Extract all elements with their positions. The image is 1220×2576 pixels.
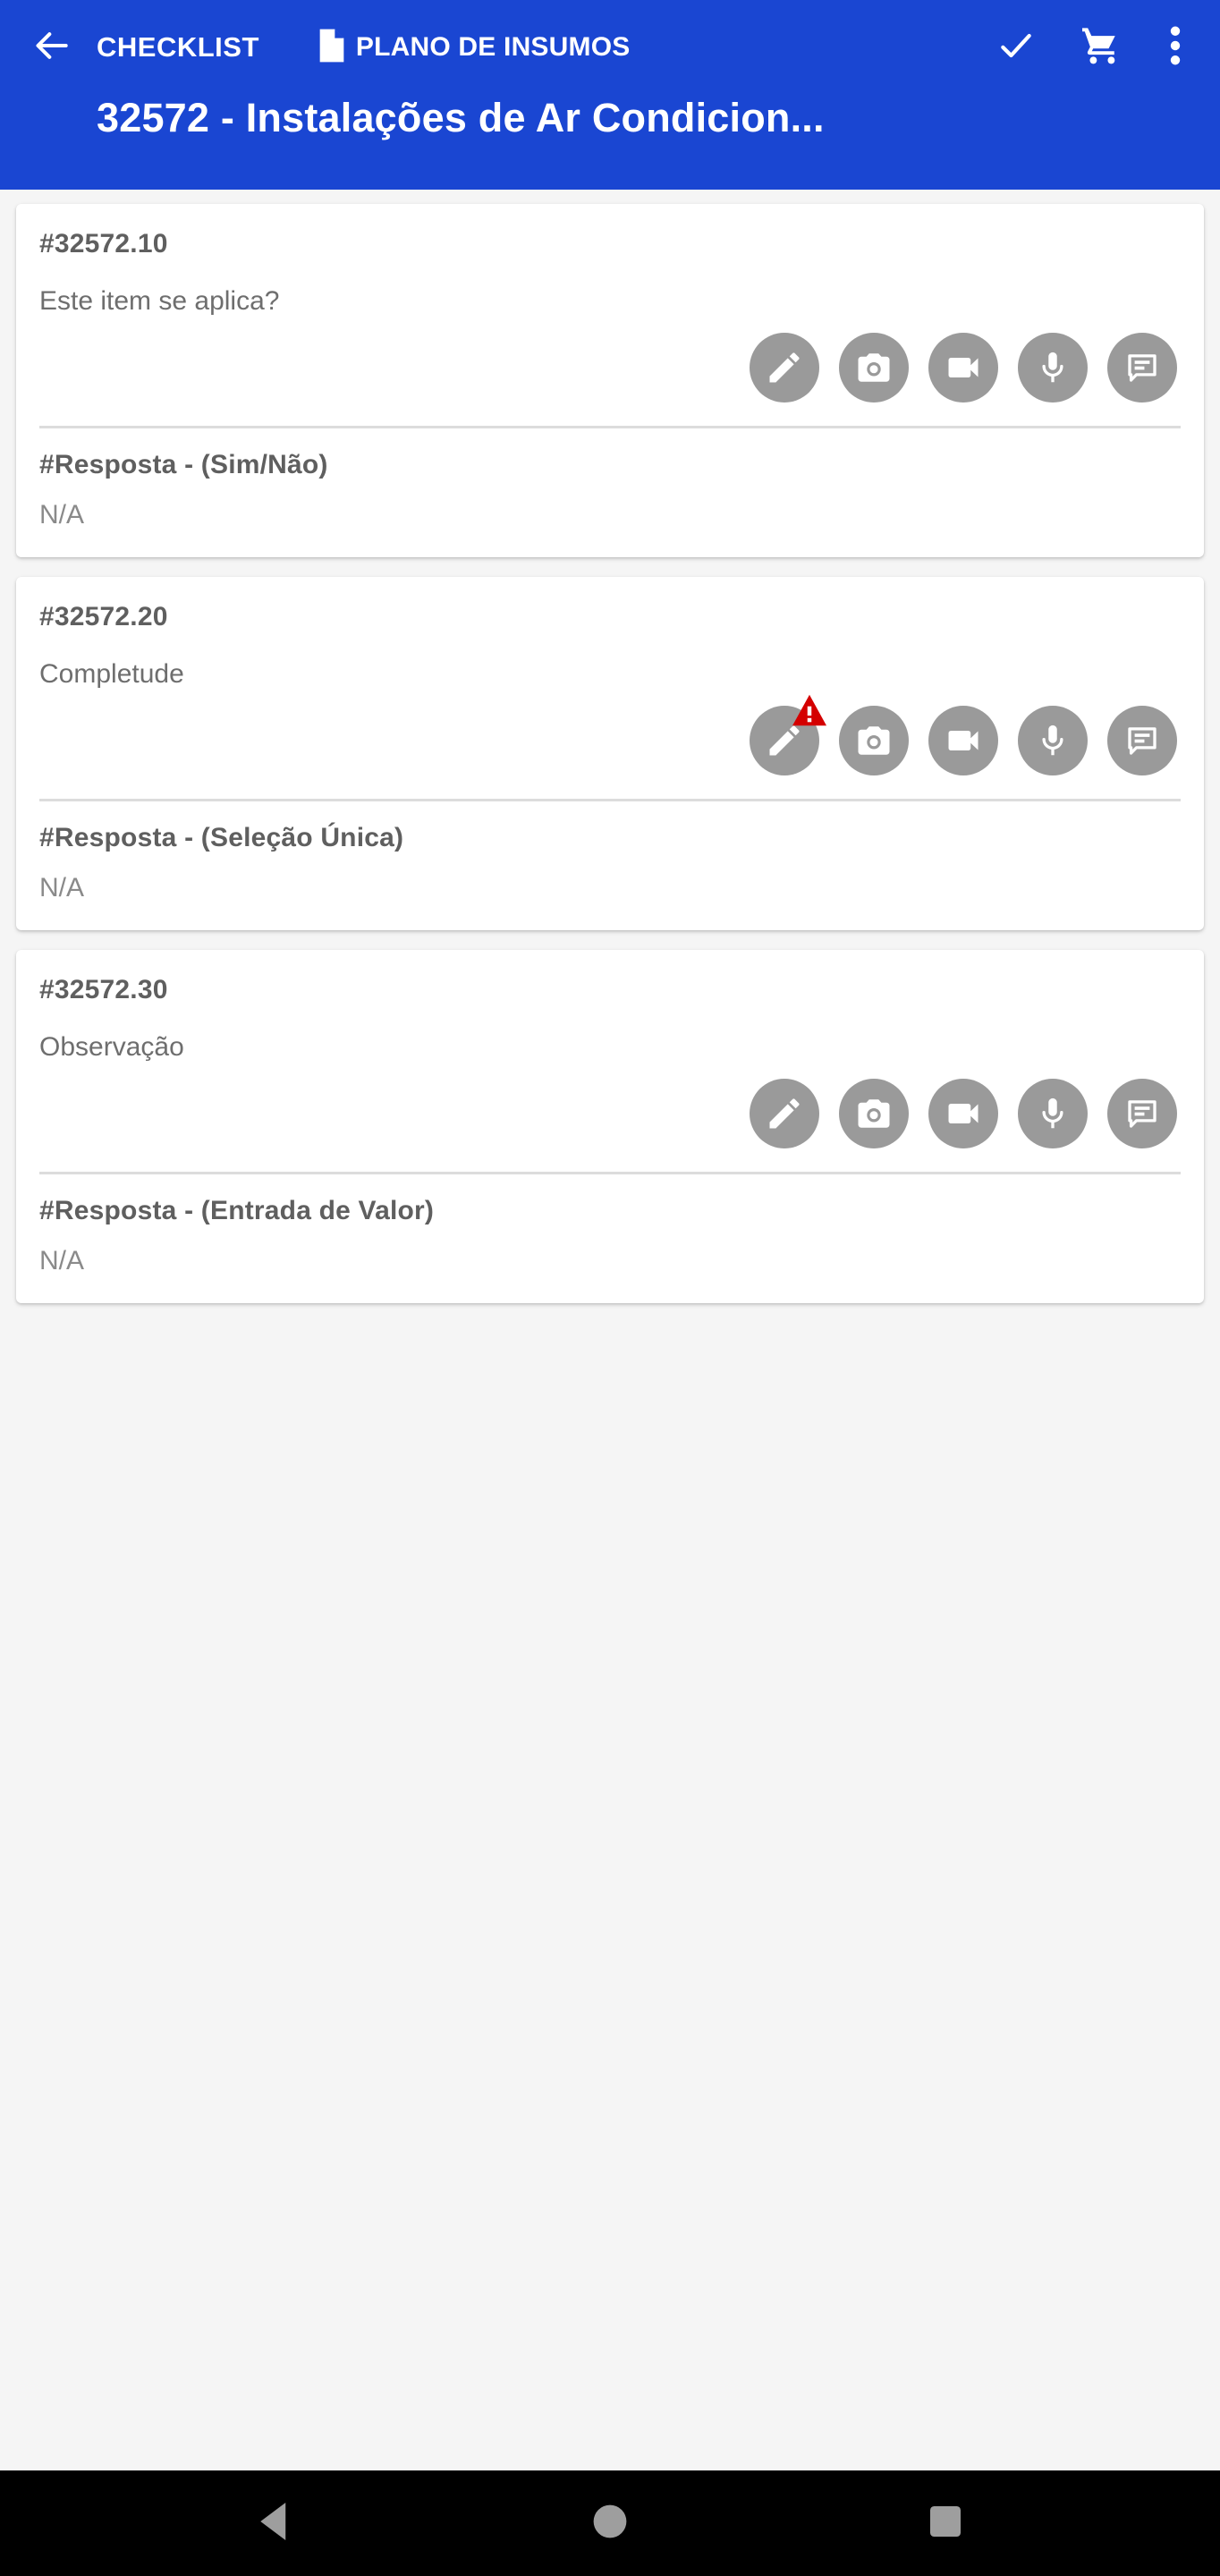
- document-icon: [317, 28, 347, 68]
- app-bar: CHECKLIST PLANO DE INSUMOS 32572 - Insta…: [0, 0, 1220, 190]
- nav-recents-button[interactable]: [896, 2474, 995, 2572]
- answer-value: N/A: [39, 500, 85, 530]
- confirm-button[interactable]: [989, 21, 1043, 74]
- comment-icon: [1123, 1095, 1161, 1132]
- comment-action-button[interactable]: [1107, 1079, 1177, 1148]
- microphone-icon: [1034, 722, 1072, 759]
- videocam-icon: [944, 1094, 983, 1133]
- cart-button[interactable]: [1075, 21, 1129, 74]
- photo-action-button[interactable]: [839, 706, 909, 775]
- answer-value: N/A: [39, 873, 85, 902]
- check-icon: [996, 26, 1036, 70]
- nav-back-button[interactable]: [225, 2474, 324, 2572]
- camera-icon: [855, 1095, 893, 1132]
- arrow-left-icon: [33, 26, 72, 70]
- action-button-row: [39, 694, 1181, 775]
- card-body: #32572.20 Completude: [16, 577, 1204, 784]
- edit-action-button[interactable]: [750, 1079, 819, 1148]
- item-code: #32572.30: [39, 975, 168, 1004]
- circle-home-icon: [591, 2503, 629, 2545]
- video-action-button[interactable]: [928, 1079, 998, 1148]
- triangle-back-icon: [256, 2501, 293, 2546]
- android-navigation-bar: [0, 2470, 1220, 2576]
- photo-action-button[interactable]: [839, 333, 909, 402]
- square-recents-icon: [928, 2504, 963, 2544]
- section-label-checklist[interactable]: CHECKLIST: [97, 31, 259, 64]
- card-answer-section: #Resposta - (Sim/Não) N/A: [16, 428, 1204, 557]
- video-action-button[interactable]: [928, 333, 998, 402]
- item-question: Este item se aplica?: [39, 286, 280, 316]
- app-bar-top-row: CHECKLIST PLANO DE INSUMOS: [25, 13, 1195, 82]
- microphone-icon: [1034, 349, 1072, 386]
- overflow-menu-button[interactable]: [1156, 21, 1195, 74]
- card-body: #32572.10 Este item se aplica?: [16, 204, 1204, 411]
- page-title: 32572 - Instalações de Ar Condicion...: [97, 95, 825, 140]
- camera-icon: [855, 722, 893, 759]
- checklist-item-card[interactable]: #32572.10 Este item se aplica? #Resposta…: [16, 204, 1204, 557]
- back-button[interactable]: [25, 20, 80, 75]
- checklist-items-list: #32572.10 Este item se aplica? #Resposta…: [0, 190, 1220, 2470]
- item-code: #32572.20: [39, 602, 168, 631]
- videocam-icon: [944, 348, 983, 387]
- card-answer-section: #Resposta - (Entrada de Valor) N/A: [16, 1174, 1204, 1303]
- comment-action-button[interactable]: [1107, 706, 1177, 775]
- edit-action-button[interactable]: [750, 694, 826, 775]
- pencil-icon: [765, 348, 804, 387]
- action-button-row: [39, 333, 1181, 402]
- warning-badge-icon: [791, 693, 828, 727]
- plano-de-insumos-button[interactable]: PLANO DE INSUMOS: [317, 28, 631, 68]
- plano-de-insumos-label: PLANO DE INSUMOS: [355, 32, 631, 62]
- answer-label: #Resposta - (Seleção Única): [39, 823, 404, 852]
- edit-action-button[interactable]: [750, 333, 819, 402]
- shopping-cart-icon: [1080, 24, 1123, 72]
- item-code: #32572.10: [39, 229, 168, 258]
- checklist-item-card[interactable]: #32572.20 Completude #Resposta - (Seleçã…: [16, 577, 1204, 930]
- item-question: Observação: [39, 1032, 184, 1062]
- camera-icon: [855, 349, 893, 386]
- pencil-icon: [765, 1094, 804, 1133]
- audio-action-button[interactable]: [1018, 1079, 1088, 1148]
- microphone-icon: [1034, 1095, 1072, 1132]
- video-action-button[interactable]: [928, 706, 998, 775]
- comment-icon: [1123, 722, 1161, 759]
- app-screen: CHECKLIST PLANO DE INSUMOS 32572 - Insta…: [0, 0, 1220, 2576]
- nav-home-button[interactable]: [561, 2474, 659, 2572]
- videocam-icon: [944, 721, 983, 760]
- answer-label: #Resposta - (Sim/Não): [39, 450, 328, 479]
- audio-action-button[interactable]: [1018, 706, 1088, 775]
- answer-value: N/A: [39, 1246, 85, 1275]
- action-button-row: [39, 1079, 1181, 1148]
- audio-action-button[interactable]: [1018, 333, 1088, 402]
- card-answer-section: #Resposta - (Seleção Única) N/A: [16, 801, 1204, 930]
- item-question: Completude: [39, 659, 184, 689]
- answer-label: #Resposta - (Entrada de Valor): [39, 1196, 435, 1225]
- photo-action-button[interactable]: [839, 1079, 909, 1148]
- comment-icon: [1123, 349, 1161, 386]
- checklist-item-card[interactable]: #32572.30 Observação #Resposta - (Entrad…: [16, 950, 1204, 1303]
- comment-action-button[interactable]: [1107, 333, 1177, 402]
- more-vertical-icon: [1169, 23, 1182, 72]
- card-body: #32572.30 Observação: [16, 950, 1204, 1157]
